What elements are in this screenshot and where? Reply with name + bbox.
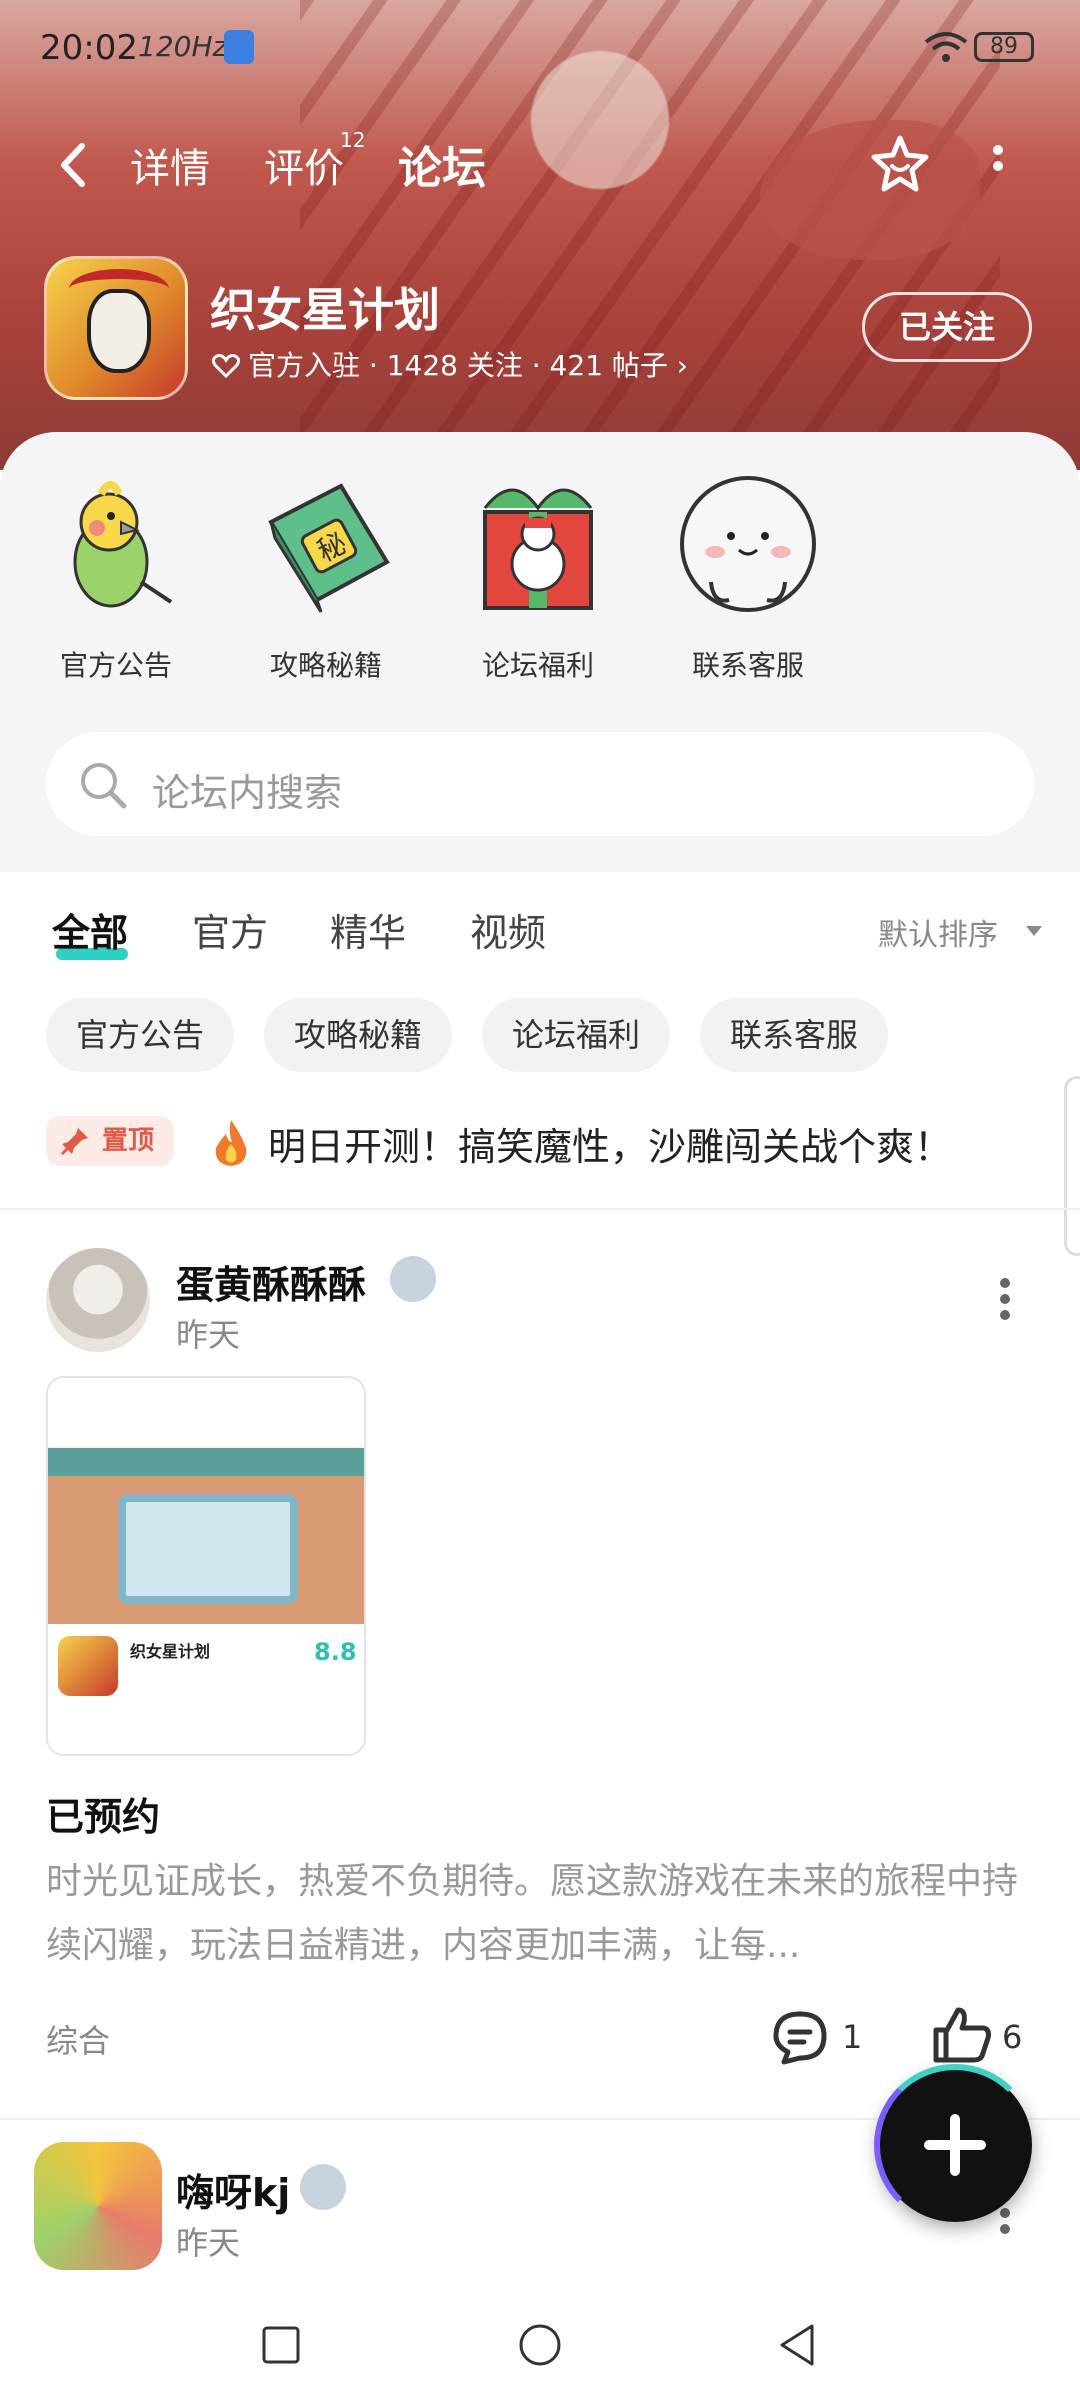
plus-icon: [950, 2114, 960, 2176]
battery-icon: 89: [974, 32, 1034, 62]
game-title: 织女星计划: [210, 283, 440, 337]
preview-game-scene: [48, 1448, 364, 1624]
official-heart-icon: [212, 354, 240, 378]
preview-board: [118, 1494, 298, 1604]
gift-box-icon: [483, 488, 593, 610]
notification-icon: [224, 30, 254, 64]
post-more-icon[interactable]: [998, 1276, 1012, 1322]
favorite-star-icon[interactable]: [868, 132, 932, 196]
tab-reviews[interactable]: 评价: [264, 136, 344, 194]
pinned-badge-label: 置顶: [102, 1126, 155, 1156]
preview-info: 织女星计划 8.8: [48, 1628, 364, 1754]
author-avatar[interactable]: [34, 2142, 162, 2270]
game-meta[interactable]: 官方入驻 · 1428 关注 · 421 帖子 ›: [212, 344, 688, 384]
more-icon[interactable]: [988, 142, 1008, 192]
fire-icon: [215, 1120, 247, 1166]
filter-tabs: 全部 官方 精华 视频 默认排序: [0, 880, 1080, 980]
post-time: 昨天: [176, 2224, 241, 2262]
chip-welfare[interactable]: 论坛福利: [482, 998, 671, 1072]
wifi-icon: [924, 32, 968, 62]
new-post-button[interactable]: [874, 2064, 1036, 2226]
mascot-face-icon: [680, 476, 816, 612]
top-nav: 详情 评价 12 论坛: [0, 120, 1080, 210]
side-drawer-handle[interactable]: [1064, 1076, 1080, 1256]
filter-tab-all[interactable]: 全部: [52, 902, 128, 957]
back-arrow-icon[interactable]: [52, 140, 96, 190]
home-circle-icon[interactable]: [515, 2320, 565, 2370]
comment-count: 1: [842, 2018, 863, 2056]
search-icon: [81, 763, 127, 809]
quick-link-label: 论坛福利: [481, 649, 594, 682]
post-image[interactable]: 织女星计划 8.8: [46, 1376, 366, 1756]
post-title[interactable]: 已预约: [46, 1786, 160, 1841]
pinned-badge: 置顶: [46, 1116, 174, 1166]
chip-announcement[interactable]: 官方公告: [46, 998, 235, 1072]
quick-link-support[interactable]: 联系客服: [658, 472, 838, 684]
like-icon[interactable]: [932, 2004, 992, 2064]
back-triangle-icon[interactable]: [772, 2320, 822, 2370]
system-nav-bar: [0, 2290, 1080, 2400]
review-count: 12: [340, 128, 366, 152]
sort-caret-icon: [1026, 926, 1042, 936]
recents-square-icon[interactable]: [256, 2320, 306, 2370]
refresh-rate: 120Hz: [138, 30, 228, 63]
post-time: 昨天: [176, 1316, 241, 1354]
divider: [0, 1208, 1080, 1210]
forum-panel: 官方公告 秘 攻略秘籍 论坛福利 联系客服 论坛内搜索: [0, 432, 1080, 872]
tab-forum[interactable]: 论坛: [398, 132, 486, 196]
filter-tab-official[interactable]: 官方: [192, 902, 268, 957]
game-meta-text: 官方入驻 · 1428 关注 · 421 帖子 ›: [248, 349, 689, 382]
comment-icon[interactable]: [770, 2010, 830, 2066]
filter-tab-featured[interactable]: 精华: [330, 902, 406, 957]
pinned-title: 明日开测！搞笑魔性，沙雕闯关战个爽！: [268, 1125, 953, 1169]
like-count: 6: [1002, 2018, 1023, 2056]
tab-details[interactable]: 详情: [130, 136, 210, 194]
quick-link-welfare[interactable]: 论坛福利: [448, 472, 628, 684]
post-body[interactable]: 时光见证成长，热爱不负期待。愿这款游戏在未来的旅程中持续闪耀，玩法日益精进，内容…: [46, 1850, 1036, 1978]
game-icon[interactable]: [44, 256, 188, 400]
sort-dropdown[interactable]: 默认排序: [878, 910, 998, 954]
quick-link-guides[interactable]: 秘 攻略秘籍: [236, 472, 416, 684]
status-bar: 20:02 120Hz 89: [0, 0, 1080, 100]
chip-support[interactable]: 联系客服: [700, 998, 889, 1072]
pinned-post[interactable]: 置顶 明日开测！搞笑魔性，沙雕闯关战个爽！: [0, 1106, 1080, 1182]
level-badge-icon: [390, 1256, 436, 1302]
game-icon-face: [87, 289, 151, 373]
quick-link-label: 官方公告: [59, 649, 172, 682]
chip-guides[interactable]: 攻略秘籍: [264, 998, 453, 1072]
preview-topbar: [48, 1378, 364, 1448]
post-category[interactable]: 综合: [46, 2016, 110, 2062]
author-name[interactable]: 嗨呀kj: [176, 2162, 290, 2217]
secret-book-icon: 秘: [268, 483, 390, 613]
quick-link-announcement[interactable]: 官方公告: [26, 472, 206, 684]
filter-tab-video[interactable]: 视频: [470, 902, 546, 957]
author-name[interactable]: 蛋黄酥酥酥: [176, 1254, 366, 1309]
parrot-icon: [73, 481, 173, 608]
quick-link-label: 攻略秘籍: [269, 649, 382, 682]
preview-game-icon: [58, 1636, 118, 1696]
search-placeholder: 论坛内搜索: [152, 771, 343, 815]
category-chips: 官方公告 攻略秘籍 论坛福利 联系客服: [0, 998, 1080, 1074]
preview-score: 8.8: [314, 1638, 357, 1666]
author-avatar[interactable]: [46, 1248, 150, 1352]
quick-link-label: 联系客服: [691, 649, 804, 682]
follow-button[interactable]: 已关注: [862, 292, 1032, 362]
preview-game-name: 织女星计划: [130, 1642, 211, 1661]
level-badge-icon: [300, 2164, 346, 2210]
pin-icon: [60, 1128, 88, 1156]
forum-search-bar[interactable]: 论坛内搜索: [46, 732, 1034, 836]
status-time: 20:02: [40, 28, 138, 68]
